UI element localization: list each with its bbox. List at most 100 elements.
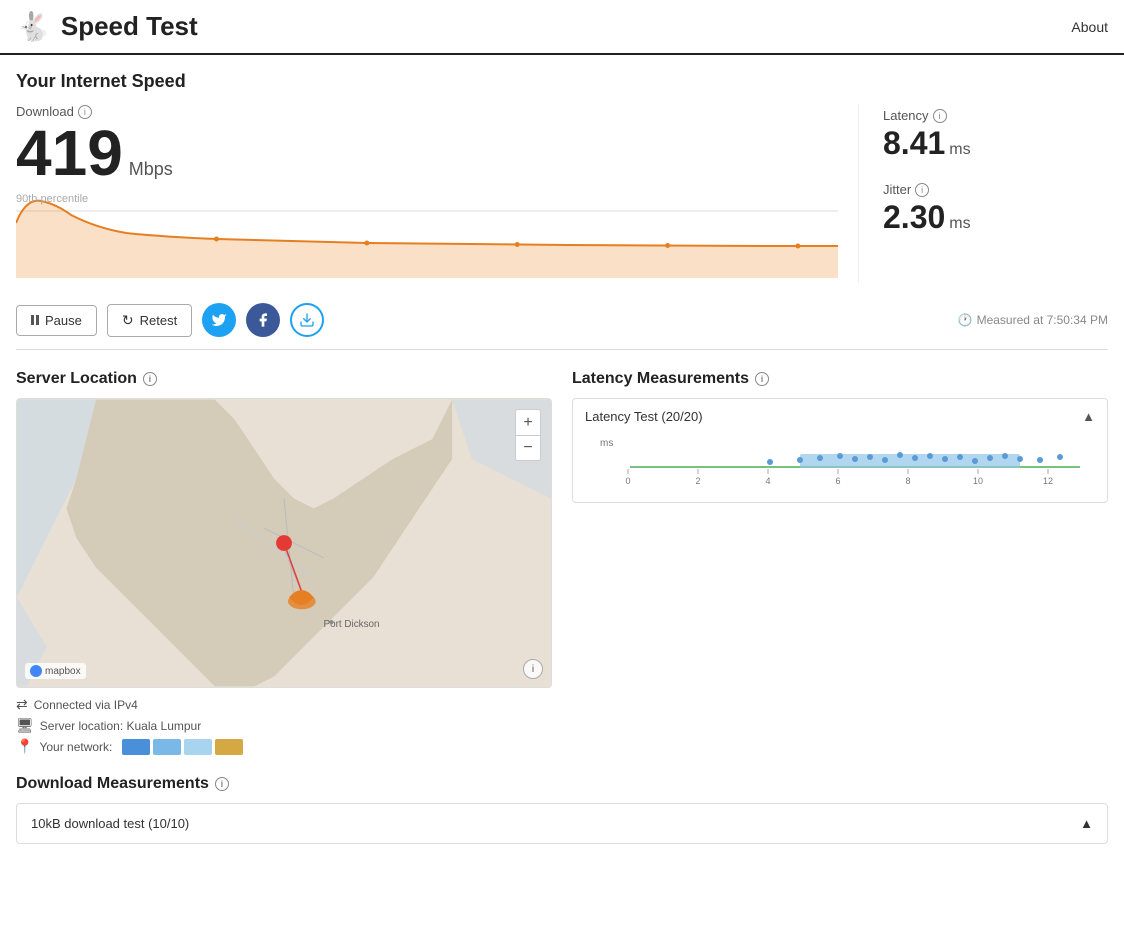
latency-measurements-section: Latency Measurements i Latency Test (20/… (572, 370, 1108, 755)
mapbox-circle-icon (30, 665, 42, 677)
retest-button[interactable]: ↻ Retest (107, 304, 192, 337)
collapse-icon[interactable]: ▲ (1082, 409, 1095, 424)
action-left: Pause ↻ Retest (16, 303, 324, 337)
svg-text:8: 8 (905, 476, 910, 486)
server-location-text: Server location: Kuala Lumpur (40, 719, 201, 733)
jitter-value: 2.30 (883, 199, 945, 236)
header-left: 🐇 Speed Test (16, 10, 198, 43)
download-measurements-title: Download Measurements i (16, 775, 1108, 793)
download-measurements-section: Download Measurements i 10kB download te… (16, 775, 1108, 864)
download-accordion: 10kB download test (10/10) ▲ (16, 803, 1108, 844)
map-zoom-in-button[interactable]: + (515, 409, 541, 435)
about-link[interactable]: About (1071, 19, 1108, 35)
latency-label-row: Latency i (883, 108, 1108, 123)
latency-measurements-info-icon[interactable]: i (755, 372, 769, 386)
download-accordion-header[interactable]: 10kB download test (10/10) ▲ (17, 804, 1107, 843)
jitter-value-row: 2.30 ms (883, 199, 1108, 236)
facebook-icon (255, 312, 271, 328)
mapbox-logo: mapbox (25, 663, 86, 679)
header: 🐇 Speed Test About (0, 0, 1124, 55)
download-label-row: Download i (16, 104, 838, 119)
server-location-title-text: Server Location (16, 370, 137, 388)
server-location-section: Server Location i (16, 370, 552, 755)
your-network-row: 📍 Your network: (16, 738, 552, 755)
svg-text:6: 6 (835, 476, 840, 486)
measured-at-text: Measured at 7:50:34 PM (977, 313, 1108, 327)
pause-bar-2 (36, 315, 39, 325)
location-icon: 📍 (16, 738, 33, 755)
accordion-collapse-icon: ▲ (1080, 816, 1093, 831)
pause-icon (31, 315, 39, 325)
download-measurements-title-text: Download Measurements (16, 775, 209, 793)
download-section: Download i 419 Mbps 90th percentile (16, 104, 858, 283)
right-metrics: Latency i 8.41 ms Jitter i 2.30 (858, 104, 1108, 283)
latency-section: Latency i 8.41 ms (883, 108, 1108, 162)
jitter-label-row: Jitter i (883, 182, 1108, 197)
network-swatch-4 (215, 739, 243, 755)
mapbox-logo-text: mapbox (45, 666, 81, 677)
map-container: Port Dickson + − mapbox i (16, 398, 552, 688)
latency-measurements-title-text: Latency Measurements (572, 370, 749, 388)
main-content: Your Internet Speed Download i 419 Mbps … (0, 55, 1124, 864)
server-location-info-icon[interactable]: i (143, 372, 157, 386)
map-zoom-out-button[interactable]: − (515, 435, 541, 461)
jitter-label: Jitter (883, 182, 911, 197)
map-svg: Port Dickson (17, 399, 551, 687)
svg-text:0: 0 (625, 476, 630, 486)
svg-text:ms: ms (600, 438, 613, 449)
svg-text:4: 4 (765, 476, 770, 486)
svg-text:2: 2 (695, 476, 700, 486)
server-location-title: Server Location i (16, 370, 552, 388)
network-swatch-2 (153, 739, 181, 755)
jitter-info-icon[interactable]: i (915, 183, 929, 197)
network-swatch-3 (184, 739, 212, 755)
pause-button[interactable]: Pause (16, 305, 97, 336)
latency-unit: ms (949, 141, 970, 159)
app-title: Speed Test (61, 11, 198, 42)
internet-speed-title: Your Internet Speed (16, 71, 1108, 92)
download-measurements-info-icon[interactable]: i (215, 777, 229, 791)
download-unit: Mbps (129, 160, 173, 178)
latency-info-icon[interactable]: i (933, 109, 947, 123)
download-chart: 90th percentile (16, 193, 838, 283)
network-swatch-1 (122, 739, 150, 755)
latency-value: 8.41 (883, 125, 945, 162)
internet-speed-section: Your Internet Speed Download i 419 Mbps … (16, 71, 1108, 350)
download-chart-svg (16, 193, 838, 283)
download-value-row: 419 Mbps (16, 121, 838, 185)
measured-at: 🕐 Measured at 7:50:34 PM (958, 313, 1108, 327)
twitter-share-button[interactable] (202, 303, 236, 337)
latency-chart-inner: ms (585, 432, 1095, 492)
latency-label: Latency (883, 108, 929, 123)
download-accordion-label: 10kB download test (10/10) (31, 816, 189, 831)
clock-icon: 🕐 (958, 313, 973, 327)
network-swatches (122, 739, 243, 755)
network-icon: ⇄ (16, 696, 28, 713)
latency-chart-box: Latency Test (20/20) ▲ ms (572, 398, 1108, 503)
latency-chart-svg: ms (585, 432, 1095, 492)
map-info-button[interactable]: i (523, 659, 543, 679)
svg-text:12: 12 (1043, 476, 1053, 486)
map-controls: + − (515, 409, 541, 461)
svg-text:10: 10 (973, 476, 983, 486)
connected-via-row: ⇄ Connected via IPv4 (16, 696, 552, 713)
chart-percentile-label: 90th percentile (16, 193, 88, 205)
pause-bar-1 (31, 315, 34, 325)
download-result-button[interactable] (290, 303, 324, 337)
latency-measurements-title: Latency Measurements i (572, 370, 1108, 388)
action-bar: Pause ↻ Retest 🕐 Measured at 7:50:3 (16, 291, 1108, 350)
latency-chart-header: Latency Test (20/20) ▲ (585, 409, 1095, 424)
lower-grid: Server Location i (16, 370, 1108, 755)
facebook-share-button[interactable] (246, 303, 280, 337)
download-value: 419 (16, 121, 123, 185)
retest-label: Retest (140, 313, 178, 328)
connected-via-text: Connected via IPv4 (34, 698, 138, 712)
speed-grid: Download i 419 Mbps 90th percentile (16, 104, 1108, 283)
server-icon: 🖥 (16, 717, 34, 734)
map-meta: ⇄ Connected via IPv4 🖥 Server location: … (16, 696, 552, 755)
latency-value-row: 8.41 ms (883, 125, 1108, 162)
jitter-unit: ms (949, 215, 970, 233)
twitter-icon (211, 312, 227, 328)
retest-icon: ↻ (122, 312, 134, 329)
your-network-label: Your network: (39, 740, 112, 754)
